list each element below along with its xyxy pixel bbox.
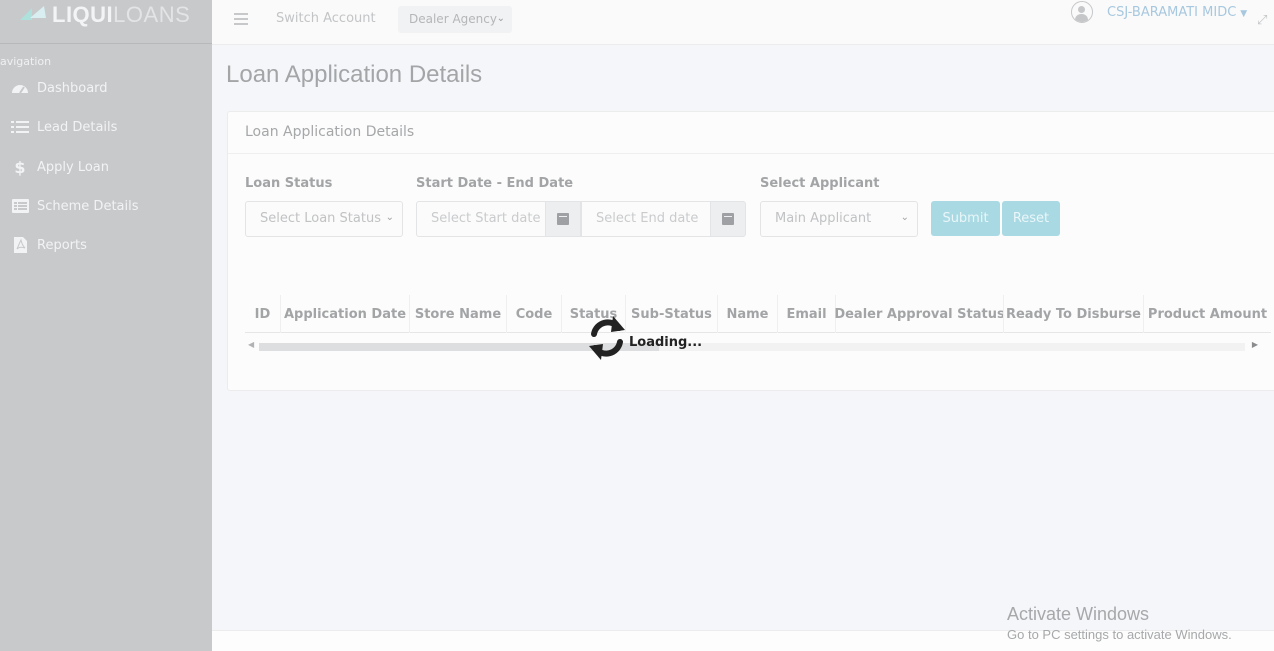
loading-indicator: Loading... [585,310,702,366]
pdf-file-icon [10,237,30,253]
activate-windows-watermark: Activate Windows Go to PC settings to ac… [1007,604,1232,642]
start-date-input[interactable]: Select Start date [416,201,547,237]
page-title: Loan Application Details [226,61,483,88]
sidebar-item-apply-loan[interactable]: $ Apply Loan [10,157,109,177]
loan-status-label: Loan Status [245,176,333,191]
applicant-value: Main Applicant [775,211,872,226]
calendar-icon [557,213,569,225]
start-date-placeholder: Select Start date [431,211,541,226]
sidebar-item-label: Apply Loan [37,159,110,175]
dollar-icon: $ [14,157,26,177]
scroll-left-icon[interactable]: ◀ [248,340,254,349]
select-applicant-label: Select Applicant [760,176,880,191]
reset-button[interactable]: Reset [1002,201,1060,236]
end-date-placeholder: Select End date [596,211,699,226]
loan-status-value: Select Loan Status [260,211,381,226]
user-menu-dropdown[interactable]: CSJ-BARAMATI MIDC ▼ [1107,5,1247,20]
sidebar-item-dashboard[interactable]: Dashboard [10,78,108,98]
column-header-ready-to-disburse[interactable]: Ready To Disburse [1003,295,1143,333]
nav-header: avigation [0,55,52,68]
caret-down-icon: ▼ [1240,9,1248,19]
horizontal-scrollbar[interactable]: ◀ ▶ [245,339,1261,352]
top-navbar: Switch Account Dealer Agency ⌄ CSJ-BARAM… [212,0,1274,45]
applications-table: ID Application Date Store Name Code Stat… [245,278,1271,368]
sidebar-item-scheme-details[interactable]: Scheme Details [10,196,139,216]
dealer-agency-value: Dealer Agency [409,12,497,26]
column-header-name[interactable]: Name [717,295,777,333]
card-header: Loan Application Details [228,112,1274,154]
calendar-icon [722,213,734,225]
column-header-store-name[interactable]: Store Name [409,295,506,333]
logo-text: LIQUILOANS [52,2,191,27]
user-name: CSJ-BARAMATI MIDC [1107,5,1237,20]
column-header-dealer-approval-status[interactable]: Dealer Approval Status [834,295,1005,333]
hamburger-menu-icon[interactable] [234,13,248,25]
column-header-id[interactable]: ID [245,295,280,333]
dealer-agency-select[interactable]: Dealer Agency ⌄ [398,6,512,33]
sidebar-item-reports[interactable]: Reports [10,235,87,255]
sidebar-item-label: Lead Details [37,119,118,135]
sidebar-item-label: Reports [37,237,87,253]
logo-mark-icon [20,6,46,20]
brand[interactable]: LIQUILOANS [0,0,212,44]
date-range-label: Start Date - End Date [416,176,574,191]
sidebar-item-lead-details[interactable]: Lead Details [10,117,117,137]
user-avatar-icon[interactable] [1071,1,1093,23]
loan-status-select[interactable]: Select Loan Status ⌄ [245,201,403,237]
scroll-right-icon[interactable]: ▶ [1252,340,1258,349]
watermark-title: Activate Windows [1007,604,1150,624]
card-title: Loan Application Details [245,124,415,140]
start-date-calendar-button[interactable] [545,201,581,237]
sidebar-item-label: Dashboard [37,80,108,96]
sidebar: LIQUILOANS avigation Dashboard Lead Deta… [0,0,212,651]
column-header-code[interactable]: Code [506,295,561,333]
loading-text: Loading... [629,334,703,350]
list-icon [10,119,30,135]
sync-spinner-icon [589,316,625,360]
end-date-calendar-button[interactable] [710,201,746,237]
watermark-subtitle: Go to PC settings to activate Windows. [1007,627,1232,642]
loan-application-card: Loan Application Details Loan Status Sel… [227,111,1274,391]
column-header-product-amount[interactable]: Product Amount [1143,295,1271,333]
fullscreen-expand-icon[interactable]: ⤢ [1257,13,1267,28]
applicant-select[interactable]: Main Applicant ⌄ [760,201,918,237]
switch-account-link[interactable]: Switch Account [276,11,376,26]
column-header-application-date[interactable]: Application Date [280,295,409,333]
submit-button[interactable]: Submit [931,201,1000,236]
table-header-row: ID Application Date Store Name Code Stat… [245,295,1271,333]
chevron-down-icon: ⌄ [385,212,394,223]
chevron-down-icon: ⌄ [900,212,909,223]
tachometer-icon [10,80,30,96]
sidebar-item-label: Scheme Details [37,198,139,214]
table-list-icon [10,198,30,214]
column-header-email[interactable]: Email [777,295,835,333]
main-content: Loan Application Details Loan Applicatio… [212,45,1274,630]
end-date-input[interactable]: Select End date [581,201,712,237]
chevron-down-icon: ⌄ [496,13,505,24]
